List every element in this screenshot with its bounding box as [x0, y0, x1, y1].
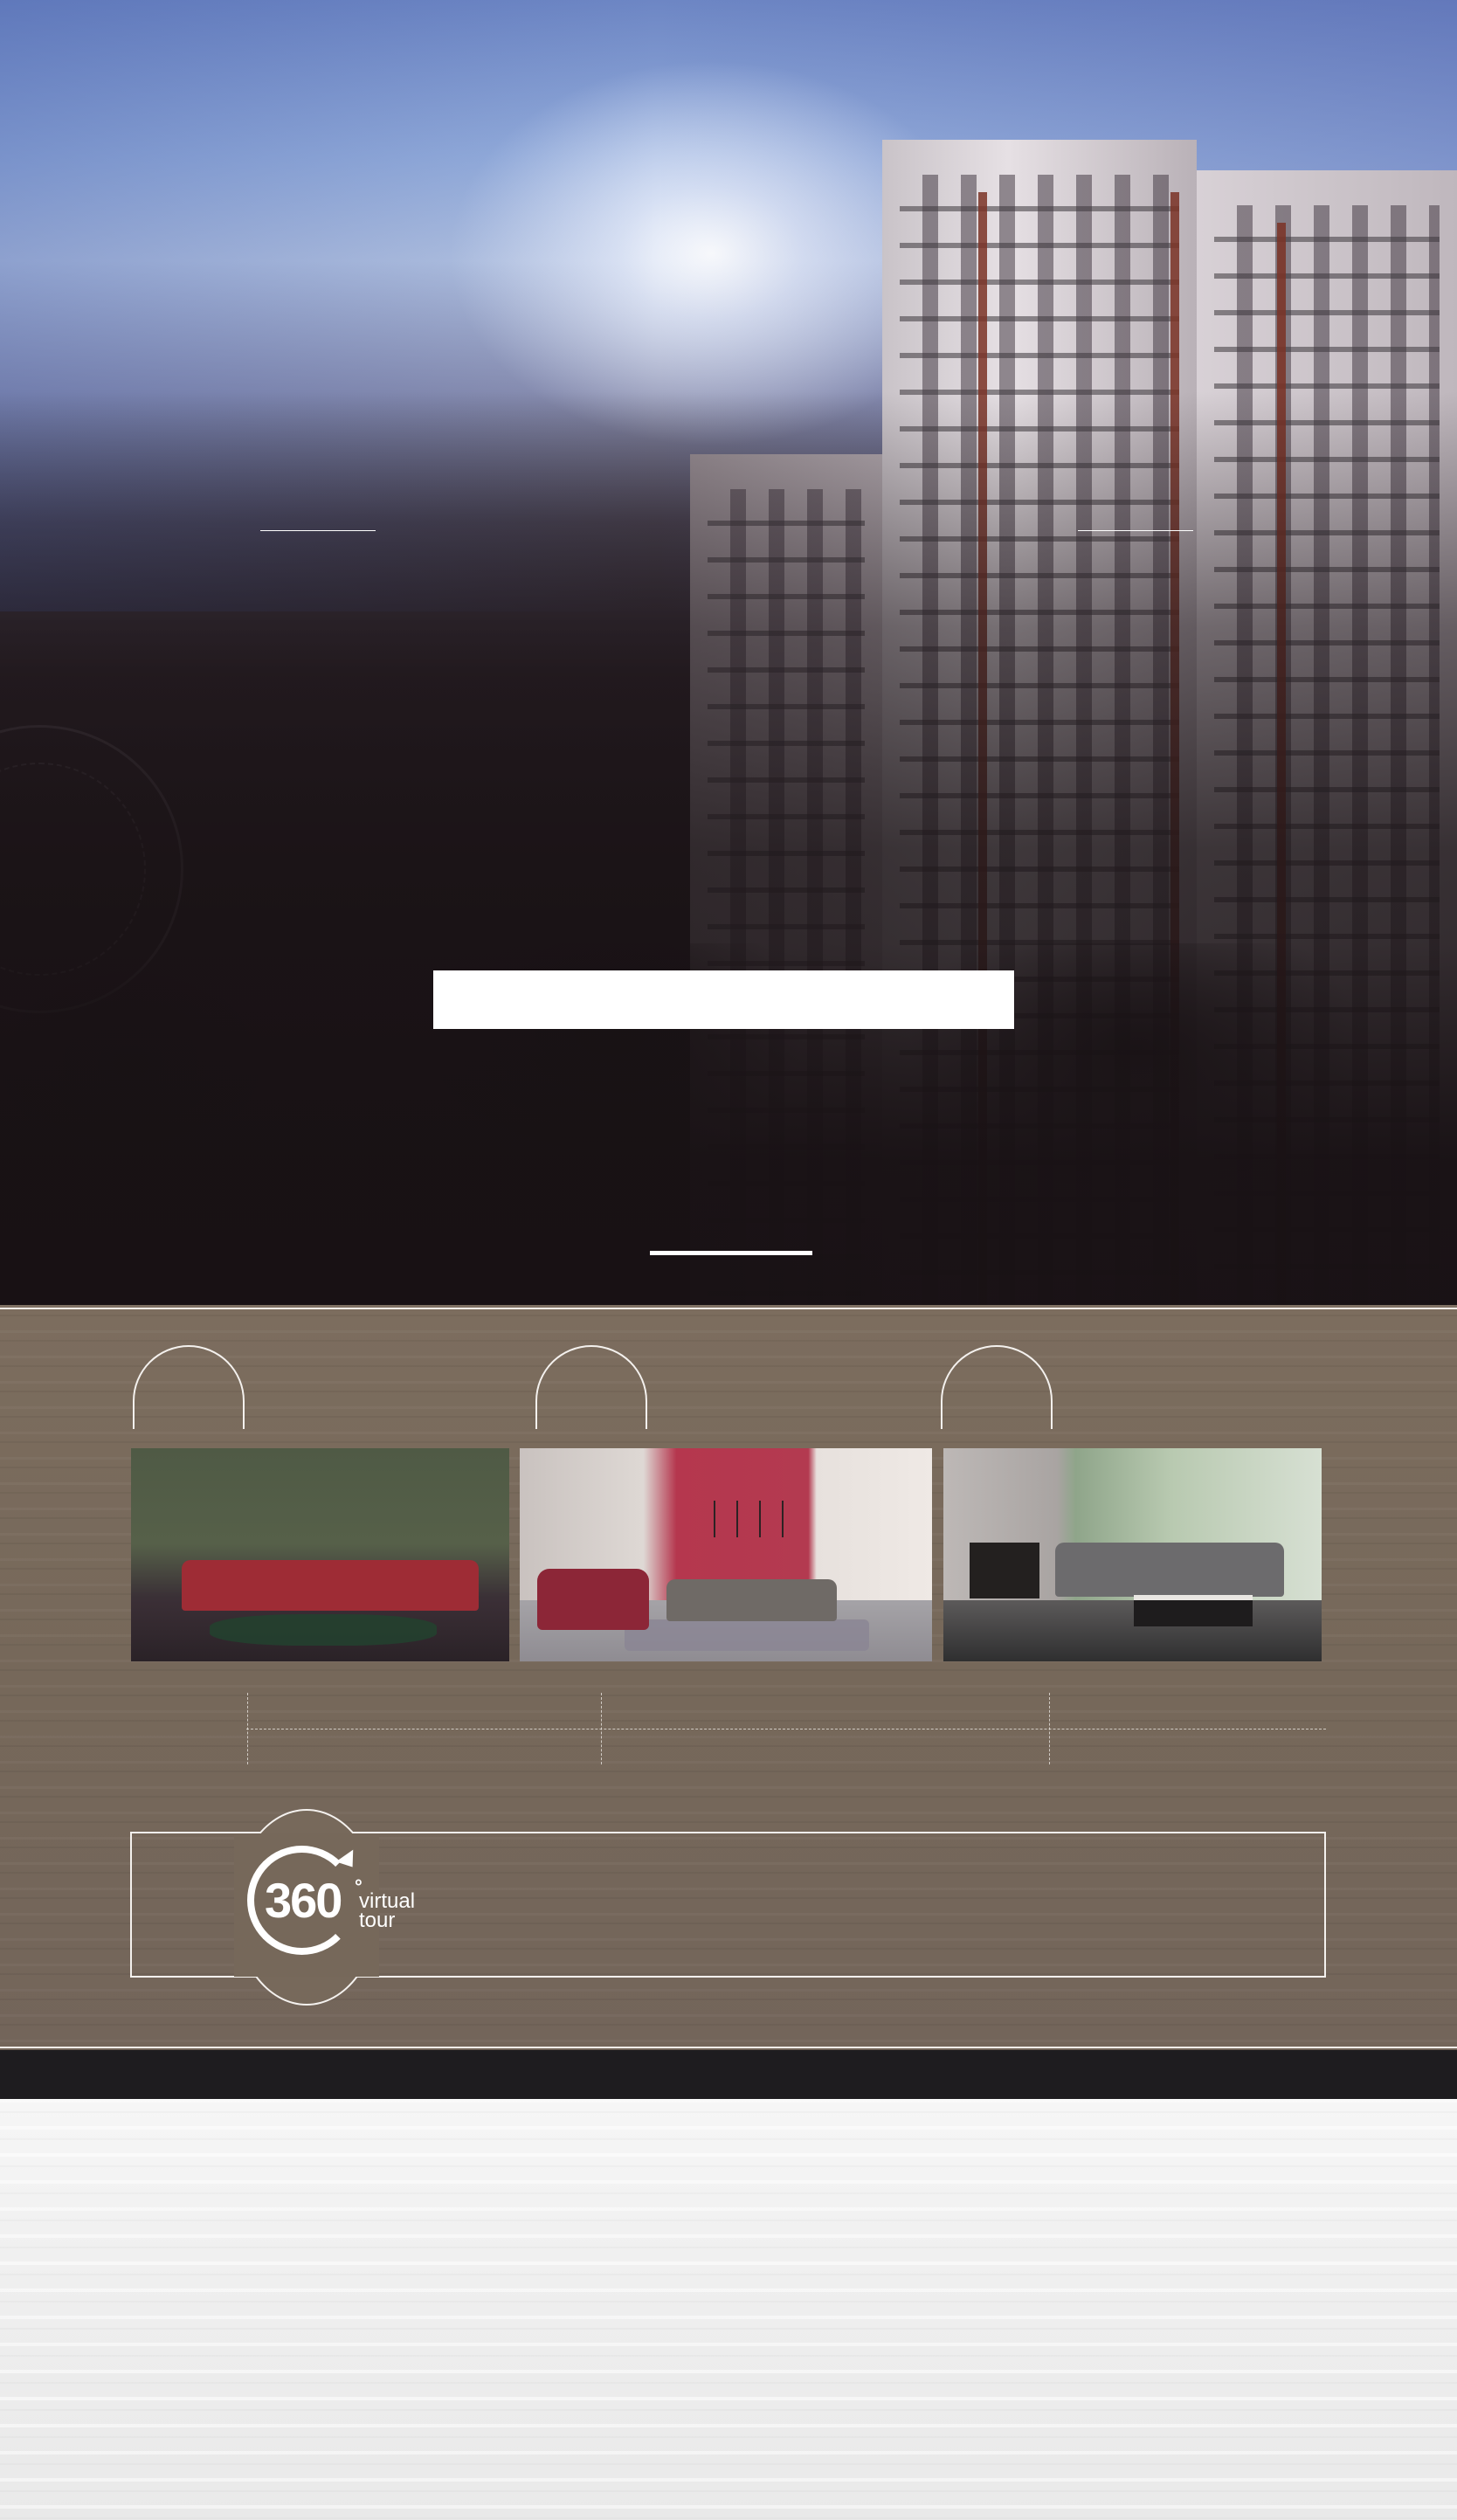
hero-cta-button[interactable]	[433, 970, 1014, 1029]
section-bottom-line	[0, 2047, 1457, 2048]
hero-divider-right	[1078, 530, 1193, 531]
red-sofa	[182, 1560, 479, 1611]
dashed-connector-tick	[1049, 1693, 1050, 1764]
pendant-lamp	[736, 1501, 738, 1537]
hero-bottom-divider	[650, 1251, 812, 1255]
dashed-connector-tick	[247, 1693, 248, 1764]
dark-band	[0, 2050, 1457, 2099]
tour-word-tour: tour	[359, 1909, 396, 1932]
section-top-line	[0, 1308, 1457, 1309]
tour-number: 360	[265, 1873, 342, 1928]
pendant-lamp	[714, 1501, 715, 1537]
living-room-photo-2[interactable]	[520, 1448, 932, 1661]
light-wood-section	[0, 2099, 1457, 2520]
pendant-lamp	[782, 1501, 784, 1537]
hero-section	[0, 0, 1457, 1305]
virtual-tour-logo[interactable]: 360 ° virtual tour	[247, 1846, 422, 1959]
pendant-lamp	[759, 1501, 761, 1537]
grey-sofa	[666, 1579, 837, 1621]
hero-gradient-shade	[0, 0, 1457, 1305]
dark-cabinet	[970, 1543, 1039, 1598]
red-armchair	[537, 1569, 649, 1630]
coffee-table	[1134, 1595, 1253, 1626]
hero-divider-left	[260, 530, 376, 531]
dashed-connector-tick	[601, 1693, 602, 1764]
grey-tufted-sofa	[1055, 1543, 1284, 1597]
living-room-photo-3[interactable]	[943, 1448, 1322, 1661]
living-room-photo-1[interactable]	[131, 1448, 509, 1661]
